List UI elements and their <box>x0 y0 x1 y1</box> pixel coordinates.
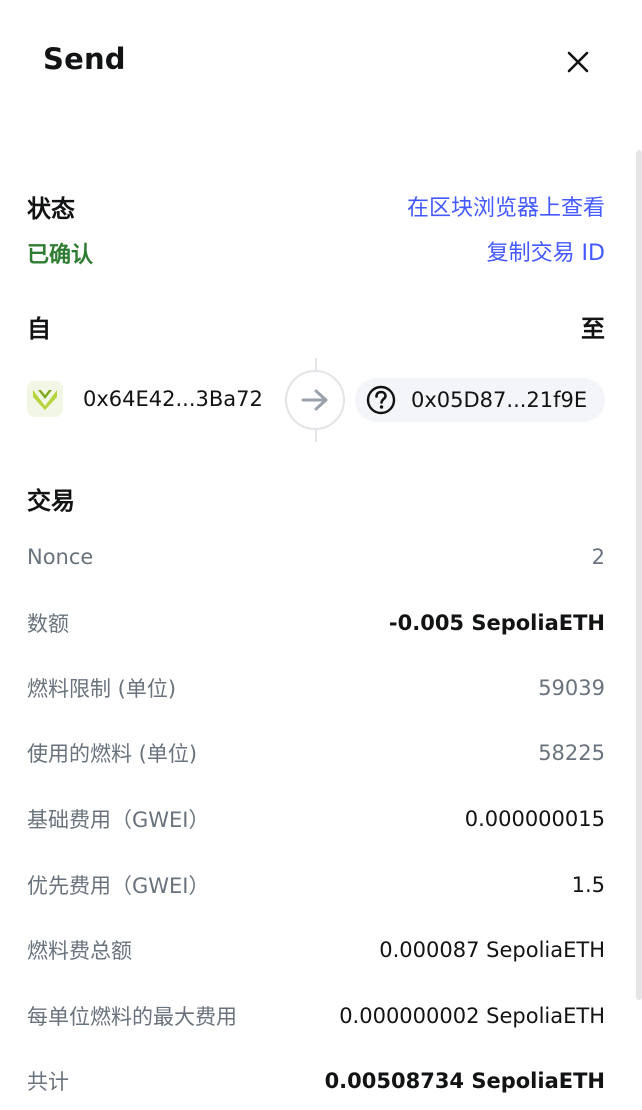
row-value: 0.000087 SepoliaETH <box>379 938 605 962</box>
scrollbar[interactable] <box>636 150 642 1000</box>
from-account[interactable]: 0x64E42...3Ba72 <box>27 375 263 423</box>
question-icon <box>366 385 396 415</box>
arrow-right-icon <box>285 370 345 430</box>
row-value: 0.00508734 SepoliaETH <box>324 1069 605 1093</box>
row-label: 基础费用（GWEI） <box>27 808 210 832</box>
base-fee-row: 基础费用（GWEI） 0.000000015 <box>27 802 605 836</box>
row-value: 1.5 <box>571 873 605 897</box>
amount-row: 数额 -0.005 SepoliaETH <box>27 606 605 640</box>
gas-used-row: 使用的燃料 (单位) 58225 <box>27 736 605 770</box>
row-value: -0.005 SepoliaETH <box>388 611 605 635</box>
row-value: 2 <box>591 545 605 569</box>
total-gas-fee-row: 燃料费总额 0.000087 SepoliaETH <box>27 933 605 967</box>
max-fee-per-gas-row: 每单位燃料的最大费用 0.000000002 SepoliaETH <box>27 999 605 1033</box>
row-label: 燃料限制 (单位) <box>27 677 177 701</box>
from-address: 0x64E42...3Ba72 <box>83 387 263 411</box>
view-on-explorer-link[interactable]: 在区块浏览器上查看 <box>407 190 605 222</box>
total-row: 共计 0.00508734 SepoliaETH <box>27 1064 605 1098</box>
status-badge: 已确认 <box>27 243 94 268</box>
nonce-row: Nonce 2 <box>27 540 605 574</box>
to-label: 至 <box>581 315 605 343</box>
row-label: 优先费用（GWEI） <box>27 874 210 898</box>
gas-limit-row: 燃料限制 (单位) 59039 <box>27 671 605 705</box>
transaction-heading: 交易 <box>27 487 75 515</box>
to-address: 0x05D87...21f9E <box>411 388 588 412</box>
row-value: 0.000000002 SepoliaETH <box>339 1004 605 1028</box>
row-value: 59039 <box>538 676 605 700</box>
to-account[interactable]: 0x05D87...21f9E <box>355 378 605 422</box>
modal-header: Send <box>0 0 642 125</box>
row-value: 58225 <box>538 741 605 765</box>
page-title: Send <box>43 42 126 76</box>
status-heading: 状态 <box>27 195 75 223</box>
close-icon[interactable] <box>560 44 596 80</box>
row-label: 燃料费总额 <box>27 939 132 963</box>
row-value: 0.000000015 <box>464 807 605 831</box>
copy-transaction-id-link[interactable]: 复制交易 ID <box>487 235 605 267</box>
priority-fee-row: 优先费用（GWEI） 1.5 <box>27 868 605 902</box>
account-avatar-icon <box>27 381 63 417</box>
row-label: 每单位燃料的最大费用 <box>27 1005 237 1029</box>
from-label: 自 <box>27 315 51 343</box>
row-label: 数额 <box>27 612 69 636</box>
row-label: 共计 <box>27 1070 69 1094</box>
row-label: 使用的燃料 (单位) <box>27 742 198 766</box>
row-label: Nonce <box>27 545 94 569</box>
